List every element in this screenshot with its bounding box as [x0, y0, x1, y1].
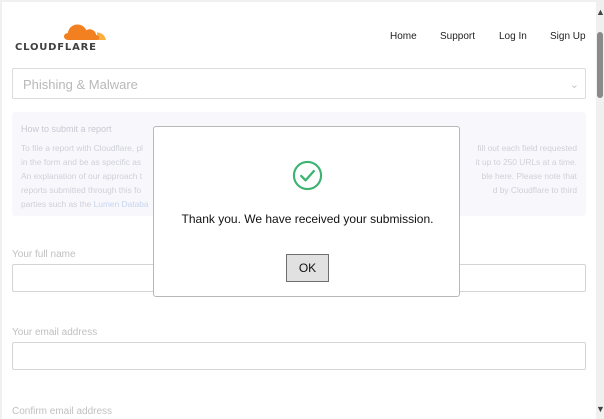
info-text: it up to 250 URLs at a time. [475, 157, 577, 167]
page: CLOUDFLARE Home Support Log In Sign Up P… [2, 2, 596, 419]
info-text: d by Cloudflare to third [492, 185, 577, 195]
full-name-label: Your full name [12, 249, 76, 260]
info-text: To file a report with Cloudflare, pl [21, 143, 143, 153]
cloudflare-logo[interactable]: CLOUDFLARE [15, 20, 115, 54]
info-text: reports submitted through this fo [21, 185, 142, 195]
nav-login[interactable]: Log In [499, 31, 527, 42]
email-label: Your email address [12, 327, 98, 338]
info-text: fill out each field requested [477, 143, 577, 153]
scroll-down-icon[interactable]: ▼ [596, 403, 604, 415]
ok-button[interactable]: OK [286, 254, 329, 282]
nav-home[interactable]: Home [390, 31, 417, 42]
confirm-email-label: Confirm email address [12, 406, 113, 417]
nav-signup[interactable]: Sign Up [550, 31, 586, 42]
report-type-select[interactable]: Phishing & Malware ⌄ [12, 68, 586, 99]
confirmation-dialog: Thank you. We have received your submiss… [153, 126, 460, 297]
lumen-database-link[interactable]: Lumen Databa [94, 199, 149, 209]
info-text: An explanation of our approach t [21, 171, 143, 181]
report-type-value: Phishing & Malware [23, 77, 138, 92]
cloud-icon [64, 24, 106, 40]
vertical-scrollbar[interactable]: ▲ ▼ [596, 0, 604, 419]
confirmation-message: Thank you. We have received your submiss… [181, 212, 434, 226]
browser-frame: CLOUDFLARE Home Support Log In Sign Up P… [0, 0, 604, 419]
check-circle-icon [292, 160, 323, 191]
nav-support[interactable]: Support [440, 31, 475, 42]
info-text: in the form and be as specific as [21, 157, 142, 167]
email-input[interactable] [12, 342, 586, 370]
scroll-up-icon[interactable]: ▲ [596, 6, 604, 18]
info-text: parties such as the [21, 199, 94, 209]
chevron-down-icon: ⌄ [569, 79, 579, 91]
info-text: ble here. Please note that [481, 171, 577, 181]
scroll-thumb[interactable] [597, 32, 603, 98]
logo-wordmark: CLOUDFLARE [15, 42, 97, 53]
